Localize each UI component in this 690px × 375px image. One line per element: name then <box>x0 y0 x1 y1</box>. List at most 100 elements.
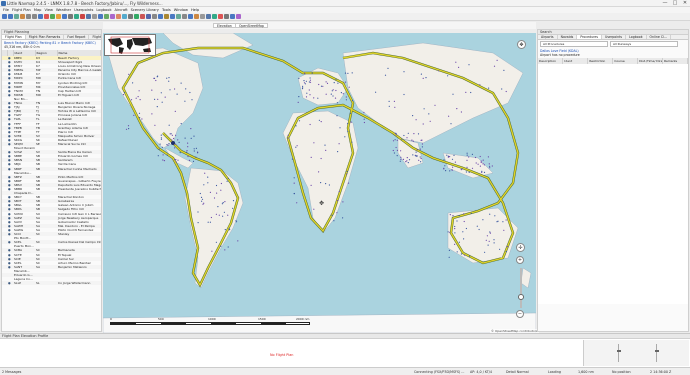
airport-dot[interactable] <box>137 96 139 98</box>
toolbar-tool-2-icon[interactable] <box>8 14 13 19</box>
zoom-in-button[interactable]: + <box>516 256 524 264</box>
airport-dot[interactable] <box>417 133 420 135</box>
airport-dot[interactable] <box>338 143 340 145</box>
toolbar-tool-16-icon[interactable] <box>92 14 97 19</box>
airport-dot[interactable] <box>393 152 395 154</box>
airport-dot[interactable] <box>463 213 465 215</box>
airport-dot[interactable] <box>342 93 344 95</box>
airport-dot[interactable] <box>139 117 141 119</box>
airport-dot[interactable] <box>501 88 503 90</box>
airport-dot[interactable] <box>295 146 297 148</box>
airport-dot[interactable] <box>138 90 140 92</box>
toolbar-tool-29-icon[interactable] <box>170 14 175 19</box>
toolbar-tool-4-icon[interactable] <box>20 14 25 19</box>
toolbar-tool-7-icon[interactable] <box>38 14 43 19</box>
airport-dot[interactable] <box>458 215 460 217</box>
airport-dot[interactable] <box>158 148 160 150</box>
airport-dot[interactable] <box>503 229 505 231</box>
airport-dot[interactable] <box>331 214 333 216</box>
toolbar-tool-38-icon[interactable] <box>224 14 229 19</box>
airport-dot[interactable] <box>186 151 188 153</box>
airport-dot[interactable] <box>493 65 496 67</box>
airport-dot[interactable] <box>174 147 176 149</box>
overview-map[interactable] <box>104 34 156 56</box>
airport-dot[interactable] <box>458 241 460 243</box>
airport-dot[interactable] <box>195 147 197 149</box>
airport-dot[interactable] <box>151 89 153 91</box>
airport-dot[interactable] <box>412 115 414 117</box>
toolbar-tool-6-icon[interactable] <box>32 14 37 19</box>
airport-dot[interactable] <box>209 221 211 223</box>
airport-dot[interactable] <box>203 184 205 186</box>
airport-dot[interactable] <box>318 171 320 173</box>
search-tab-procedures[interactable]: Procedures <box>577 35 603 39</box>
airport-dot[interactable] <box>337 82 339 84</box>
airport-dot[interactable] <box>505 250 507 253</box>
airport-dot[interactable] <box>406 160 408 162</box>
airport-dot[interactable] <box>466 154 468 156</box>
airport-dot[interactable] <box>447 156 449 158</box>
airport-dot[interactable] <box>460 253 462 255</box>
airport-dot[interactable] <box>487 156 489 158</box>
airport-dot[interactable] <box>171 139 173 141</box>
airport-dot[interactable] <box>168 80 170 82</box>
airport-dot[interactable] <box>169 89 171 91</box>
airport-dot[interactable] <box>332 95 334 97</box>
airport-dot[interactable] <box>396 155 398 157</box>
airport-dot[interactable] <box>465 171 467 173</box>
airport-dot[interactable] <box>487 244 489 246</box>
airport-dot[interactable] <box>203 202 205 204</box>
airport-dot[interactable] <box>128 73 130 75</box>
airport-dot[interactable] <box>423 108 425 110</box>
airport-dot[interactable] <box>400 150 402 152</box>
airport-dot[interactable] <box>351 100 354 102</box>
airport-dot[interactable] <box>161 146 163 148</box>
airport-dot[interactable] <box>171 134 173 136</box>
airport-dot[interactable] <box>408 159 411 161</box>
airport-dot[interactable] <box>162 159 164 161</box>
airport-dot[interactable] <box>407 162 409 164</box>
airport-dot[interactable] <box>384 74 387 76</box>
airport-dot[interactable] <box>458 66 460 68</box>
airport-dot[interactable] <box>209 191 211 193</box>
airport-dot[interactable] <box>489 167 491 169</box>
airport-dot[interactable] <box>338 190 340 193</box>
airport-dot[interactable] <box>463 238 465 240</box>
airport-dot[interactable] <box>302 85 304 87</box>
airport-dot[interactable] <box>412 140 414 142</box>
toolbar-tool-25-icon[interactable] <box>146 14 151 19</box>
airport-dot[interactable] <box>174 110 176 112</box>
airport-dot[interactable] <box>313 208 315 210</box>
airport-dot[interactable] <box>344 81 347 83</box>
airport-dot[interactable] <box>449 214 451 216</box>
toolbar-tool-27-icon[interactable] <box>158 14 163 19</box>
airport-dot[interactable] <box>466 152 468 154</box>
airport-dot[interactable] <box>482 219 484 221</box>
airport-dot[interactable] <box>336 115 338 117</box>
airport-dot[interactable] <box>154 124 156 126</box>
airport-dot[interactable] <box>311 72 313 74</box>
toolbar-tool-30-icon[interactable] <box>176 14 181 19</box>
airport-dot[interactable] <box>215 184 218 187</box>
airport-dot[interactable] <box>407 132 409 134</box>
airport-dot[interactable] <box>450 123 452 125</box>
zoom-out-button[interactable]: − <box>516 310 524 318</box>
airport-dot[interactable] <box>489 213 491 215</box>
airport-dot[interactable] <box>425 77 427 79</box>
airport-dot[interactable] <box>419 148 421 150</box>
toolbar-tool-12-icon[interactable] <box>68 14 73 19</box>
airport-dot[interactable] <box>449 156 451 158</box>
airport-dot[interactable] <box>449 170 451 172</box>
airport-dot[interactable] <box>166 154 168 156</box>
airport-dot[interactable] <box>154 98 156 100</box>
airport-dot[interactable] <box>168 77 170 79</box>
tab-flight-plan[interactable]: Flight Plan <box>2 35 26 39</box>
airport-dot[interactable] <box>336 212 338 214</box>
airport-dot[interactable] <box>468 156 470 158</box>
airport-dot[interactable] <box>476 225 478 227</box>
airport-dot[interactable] <box>449 231 451 233</box>
pan-control-icon[interactable]: ✢ <box>516 243 525 252</box>
airport-dot[interactable] <box>489 165 491 167</box>
airport-dot[interactable] <box>412 154 414 156</box>
airport-dot[interactable] <box>293 177 295 179</box>
